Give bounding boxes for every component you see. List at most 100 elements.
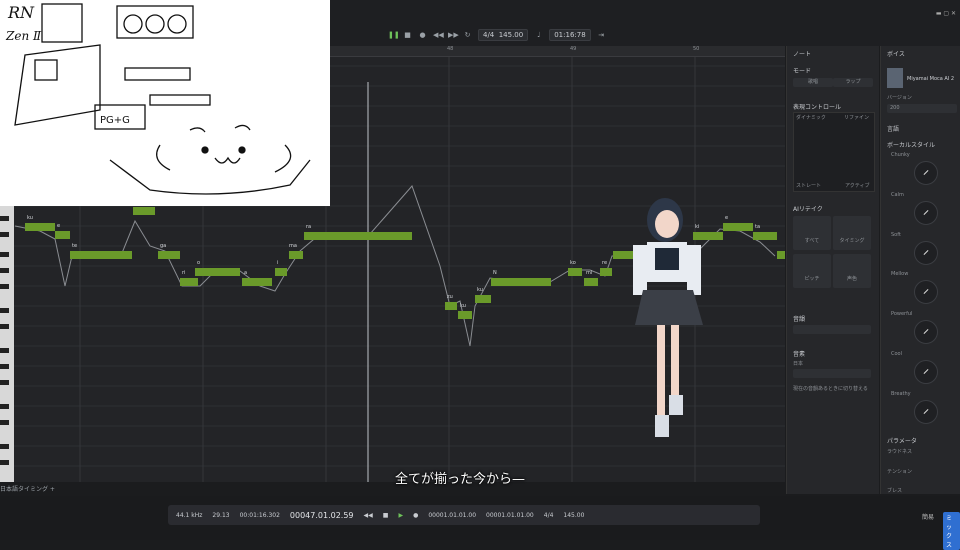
mix-mode-button[interactable]: ミックス: [943, 512, 960, 550]
metronome-icon[interactable]: ♩: [534, 31, 543, 40]
note-lyric: ku: [27, 215, 33, 221]
ruler-mark: 48: [447, 46, 454, 52]
note-panel-title: ノート: [793, 51, 812, 58]
style-label: Breathy: [891, 391, 911, 397]
expression-pad[interactable]: [793, 112, 875, 192]
character-illustration: [633, 198, 703, 437]
note-lyric: e: [725, 215, 729, 221]
simple-mode-button[interactable]: 簡易: [922, 512, 934, 521]
voice-panel: ボイス Miyamai Moca AI 2 バージョン 200 言語 ボーカルス…: [880, 46, 960, 494]
ruler-mark: 49: [570, 46, 577, 52]
param-loudness[interactable]: ラウドネス: [887, 448, 912, 455]
style-label: Mellow: [891, 271, 909, 277]
ruler-mark: 50: [693, 46, 700, 52]
pad-label: アクティブ: [845, 183, 870, 189]
retake-pitch-button[interactable]: ピッチ: [793, 254, 831, 288]
chunky-knob[interactable]: [914, 161, 938, 185]
record-button[interactable]: ●: [413, 512, 418, 519]
stop-button[interactable]: ■: [383, 512, 389, 519]
version-label: バージョン: [887, 95, 912, 101]
loop-end[interactable]: 00001.01.01.00: [486, 512, 534, 519]
breathy-knob[interactable]: [914, 400, 938, 424]
mellow-knob[interactable]: [914, 280, 938, 304]
note-lyric: te: [72, 243, 78, 249]
stop-icon[interactable]: ■: [403, 31, 412, 40]
clock-display: 01:16:78: [549, 29, 591, 41]
retake-voice-button[interactable]: 声色: [833, 254, 871, 288]
note-lyric: ko: [570, 260, 576, 266]
record-icon[interactable]: ●: [418, 31, 427, 40]
svg-text:RN: RN: [7, 3, 35, 22]
goto-icon[interactable]: ⇥: [597, 31, 606, 40]
cool-knob[interactable]: [914, 360, 938, 384]
lyric-input[interactable]: [793, 369, 871, 378]
phoneme-label: 音韻: [793, 316, 806, 323]
style-label: Cool: [891, 351, 902, 357]
singer-name[interactable]: Miyamai Moca AI 2: [907, 76, 954, 82]
note-lyric: a: [244, 270, 248, 276]
note-lyric: ku: [477, 287, 483, 293]
note-lyric: o: [197, 260, 201, 266]
note-panel: ノート モード 歌唱 ラップ 表現コントロール ダイナミック リファイン ストレ…: [786, 46, 879, 494]
voice-panel-title: ボイス: [887, 51, 905, 58]
vibrato-label: 音素: [793, 351, 806, 358]
language-label: 言語: [887, 126, 900, 133]
note-lyric: ri: [182, 270, 186, 276]
lyric-label: 日本: [793, 361, 804, 367]
bpm-readout: 29.13: [212, 511, 230, 519]
tempo-display[interactable]: 4/4 145.00: [478, 29, 529, 41]
position-counter[interactable]: 00047.01.02.59: [290, 511, 354, 520]
meter: 4/4: [543, 511, 554, 519]
checkbox-label[interactable]: 現在の音韻あるときに切り替える: [793, 385, 868, 392]
vocal-style-label: ボーカルスタイル: [887, 142, 936, 149]
piano-keyboard[interactable]: [0, 206, 14, 482]
soft-knob[interactable]: [914, 241, 938, 265]
note-lyric: i: [277, 260, 279, 266]
style-label: Calm: [891, 192, 904, 198]
pause-icon[interactable]: ❚❚: [388, 31, 400, 40]
loop-icon[interactable]: ↻: [463, 31, 472, 40]
track-tab[interactable]: 日本語タイミング +: [0, 484, 160, 494]
tempo-value: 145.00: [498, 31, 524, 39]
retake-timing-button[interactable]: タイミング: [833, 216, 871, 250]
hand-drawn-sketch: RN Zen Ⅱ PG+G: [5, 3, 311, 195]
singer-avatar: [887, 68, 903, 88]
retake-all-button[interactable]: すべて: [793, 216, 831, 250]
ai-retake-label: AIリテイク: [793, 206, 823, 213]
expression-label: 表現コントロール: [793, 104, 842, 111]
powerful-knob[interactable]: [914, 320, 938, 344]
track-name: 日本語タイミング: [0, 486, 49, 493]
style-label: Powerful: [891, 311, 913, 317]
timeline-ruler[interactable]: 48 49 50: [330, 46, 785, 57]
param-breath[interactable]: ブレス: [887, 487, 902, 494]
loop-start[interactable]: 00001.01.01.00: [428, 512, 476, 519]
sketch-overlay: RN Zen Ⅱ PG+G: [0, 0, 330, 206]
phoneme-select[interactable]: [793, 325, 871, 334]
play-button[interactable]: ▶: [398, 512, 403, 519]
mode-rap-button[interactable]: ラップ: [833, 78, 873, 87]
calm-knob[interactable]: [914, 201, 938, 225]
note-lyric: mi: [586, 270, 593, 276]
note-lyric: ga: [160, 243, 167, 249]
subtitle-caption: 全てが揃った今から—: [394, 472, 525, 487]
pad-label: ダイナミック: [796, 115, 826, 121]
svg-text:PG+G: PG+G: [100, 115, 130, 126]
note-lyric: ku: [460, 303, 466, 309]
pad-label: ストレート: [796, 183, 822, 189]
elapsed-time: 00:01:16.302: [239, 511, 280, 519]
note-lyric: ma: [289, 243, 297, 249]
rewind-icon[interactable]: ◀◀: [433, 31, 444, 40]
window-controls[interactable]: ▬ ▢ ✕: [936, 10, 956, 17]
time-signature: 4/4: [483, 31, 495, 39]
note-lyric: ta: [755, 224, 761, 230]
prev-marker-icon[interactable]: ◀◀: [364, 512, 373, 519]
transport-controls: ❚❚ ■ ● ◀◀ ▶▶ ↻ 4/4 145.00 ♩ 01:16:78 ⇥: [388, 28, 606, 42]
svg-text:Zen Ⅱ: Zen Ⅱ: [5, 29, 42, 43]
style-label: Soft: [891, 232, 901, 238]
tempo[interactable]: 145.00: [563, 512, 584, 519]
forward-icon[interactable]: ▶▶: [448, 31, 459, 40]
mode-singing-button[interactable]: 歌唱: [793, 78, 833, 87]
version-select[interactable]: 200: [887, 104, 957, 113]
param-tension[interactable]: テンション: [887, 468, 912, 475]
pad-label: リファイン: [844, 115, 870, 121]
